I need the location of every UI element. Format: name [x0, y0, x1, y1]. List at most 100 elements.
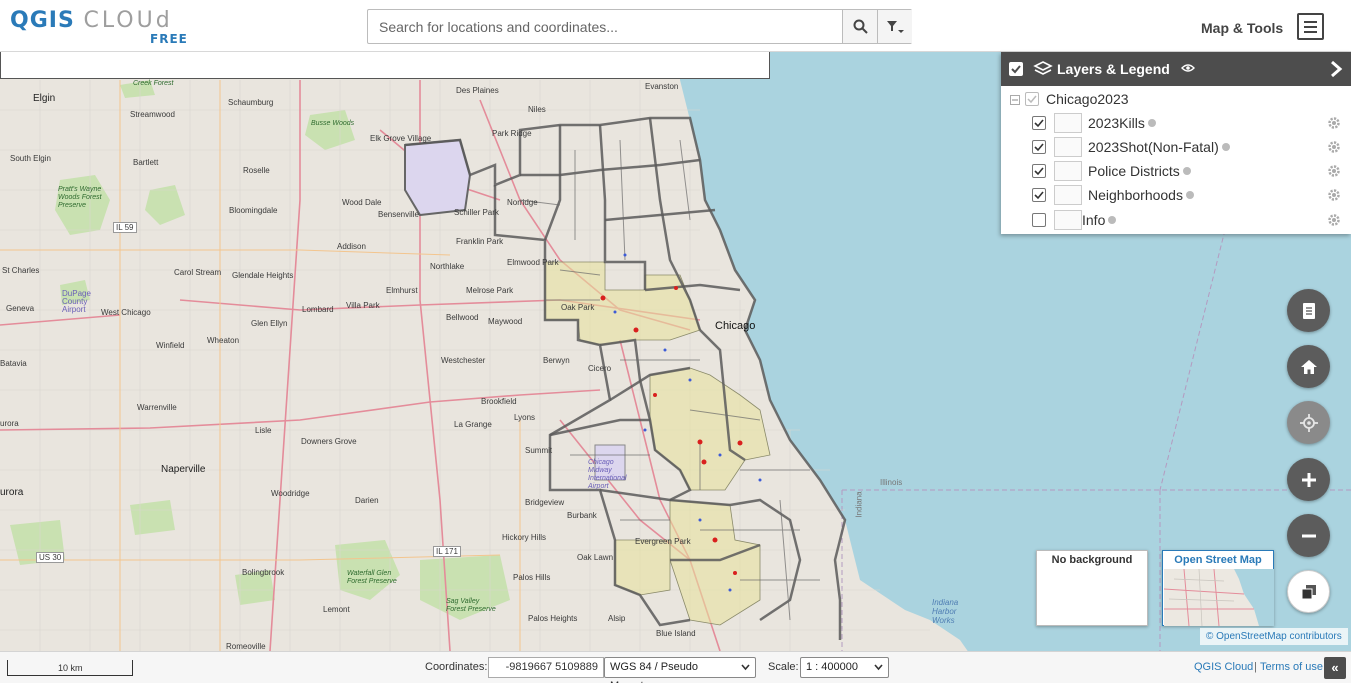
layer-label: Info	[1082, 212, 1117, 228]
terms-of-use-link[interactable]: Terms of use	[1260, 661, 1323, 673]
crs-value: WGS 84 / Pseudo Mercator	[610, 661, 699, 683]
info-icon	[1147, 119, 1156, 127]
label-warrenville: Warrenville	[137, 403, 177, 412]
gear-icon[interactable]	[1327, 140, 1341, 154]
label-geneva: Geneva	[6, 304, 35, 313]
search-icon	[853, 19, 868, 34]
collapse-footer-button[interactable]: «	[1324, 657, 1346, 679]
coordinates-label: Coordinates:	[425, 661, 488, 673]
label-woodridge: Woodridge	[271, 489, 310, 498]
info-icon	[1182, 167, 1191, 175]
zoom-out-button[interactable]	[1287, 514, 1330, 557]
label-indiana: Indiana	[854, 491, 864, 518]
layer-thumbnail	[1054, 210, 1082, 230]
label-west-chicago: West Chicago	[101, 308, 151, 317]
chevron-down-icon	[874, 664, 883, 671]
background-none-label: No background	[1051, 554, 1133, 566]
osm-thumbnail	[1164, 569, 1274, 626]
home-icon	[1300, 359, 1317, 374]
layer-checkbox[interactable]	[1032, 213, 1046, 227]
label-romeoville: Romeoville	[226, 642, 266, 651]
legend-master-checkbox[interactable]	[1009, 62, 1023, 76]
label-summit: Summit	[525, 446, 553, 455]
group-checkbox[interactable]	[1025, 92, 1039, 106]
label-blue-island: Blue Island	[656, 629, 696, 638]
label-cicero: Cicero	[588, 364, 612, 373]
layer-row-2023shot[interactable]: 2023Shot(Non-Fatal)	[1001, 135, 1351, 159]
label-aurora: urora	[0, 487, 24, 498]
qgis-cloud-app: Elgin Schaumburg Streamwood Des Plaines …	[0, 0, 1351, 683]
hamburger-menu-button[interactable]	[1297, 13, 1324, 40]
label-darien: Darien	[355, 496, 379, 505]
layer-checkbox[interactable]	[1032, 116, 1046, 130]
label-oak-park: Oak Park	[561, 303, 595, 312]
osm-attribution[interactable]: © OpenStreetMap contributors	[1200, 628, 1348, 645]
label-norridge: Norridge	[507, 198, 538, 207]
footer-bar: 10 km Coordinates: -9819667 5109889 WGS …	[0, 651, 1351, 683]
coordinates-field[interactable]: -9819667 5109889	[488, 657, 604, 678]
legend-header: Layers & Legend	[1001, 52, 1351, 86]
zoom-in-button[interactable]	[1287, 458, 1330, 501]
crs-select[interactable]: WGS 84 / Pseudo Mercator	[604, 657, 756, 683]
label-berwyn: Berwyn	[543, 356, 570, 365]
layer-row-neighborhoods[interactable]: Neighborhoods	[1001, 183, 1351, 207]
layer-row-police-districts[interactable]: Police Districts	[1001, 159, 1351, 183]
scale-value: 1 : 400000	[806, 661, 858, 673]
filter-dropdown-button[interactable]	[877, 10, 912, 43]
gear-icon[interactable]	[1327, 164, 1341, 178]
background-option-osm[interactable]: Open Street Map	[1162, 550, 1274, 626]
print-button[interactable]	[1287, 289, 1330, 332]
search-bar	[367, 9, 912, 44]
footer-separator: |	[1254, 661, 1257, 673]
label-lemont: Lemont	[323, 605, 350, 614]
label-batavia: Batavia	[0, 359, 27, 368]
logo-free: FREE	[150, 32, 188, 46]
layer-row-2023kills[interactable]: 2023Kills	[1001, 111, 1351, 135]
layer-label: Police Districts	[1088, 163, 1191, 179]
label-des-plaines: Des Plaines	[456, 86, 499, 95]
layers-icon	[1033, 61, 1053, 75]
layer-row-info[interactable]: Info	[1001, 208, 1351, 232]
gear-icon[interactable]	[1327, 116, 1341, 130]
top-header: QGIS CLOUd FREE Map & Tools	[0, 0, 1351, 52]
label-elk-grove: Elk Grove Village	[370, 134, 432, 143]
label-lisle: Lisle	[255, 426, 272, 435]
info-icon	[1221, 143, 1230, 151]
eye-icon[interactable]	[1181, 63, 1195, 73]
map-and-tools-label[interactable]: Map & Tools	[1201, 20, 1283, 36]
background-option-none[interactable]: No background	[1036, 550, 1148, 626]
scale-select[interactable]: 1 : 400000	[800, 657, 889, 678]
layer-group-chicago2023[interactable]: Chicago2023	[1001, 87, 1351, 111]
search-button[interactable]	[842, 10, 877, 43]
chevron-right-icon[interactable]	[1329, 60, 1343, 78]
label-indiana-harbor: Indiana Harbor Works	[932, 598, 959, 625]
background-switch-button[interactable]	[1287, 570, 1330, 613]
search-input[interactable]	[368, 10, 842, 43]
gear-icon[interactable]	[1327, 213, 1341, 227]
label-us30: US 30	[36, 552, 65, 563]
collapse-minus-icon[interactable]	[1010, 95, 1020, 105]
layer-checkbox[interactable]	[1032, 188, 1046, 202]
layers-legend-panel: Layers & Legend Chicago2023 2023Kills 20…	[1001, 52, 1351, 234]
label-chicago: Chicago	[715, 320, 756, 332]
home-button[interactable]	[1287, 345, 1330, 388]
label-franklin-park: Franklin Park	[456, 237, 504, 246]
filter-icon	[887, 20, 904, 33]
label-oak-lawn: Oak Lawn	[577, 553, 614, 562]
locate-button[interactable]	[1287, 401, 1330, 444]
layer-thumbnail	[1054, 185, 1082, 205]
qgis-cloud-link[interactable]: QGIS Cloud	[1194, 661, 1253, 673]
label-hickory-hills: Hickory Hills	[502, 533, 546, 542]
label-south-elgin: South Elgin	[10, 154, 51, 163]
scale-label: Scale:	[768, 661, 799, 673]
info-icon	[1185, 191, 1194, 199]
gear-icon[interactable]	[1327, 188, 1341, 202]
label-burbank: Burbank	[567, 511, 597, 520]
layer-checkbox[interactable]	[1032, 164, 1046, 178]
qgis-cloud-logo[interactable]: QGIS CLOUd FREE	[10, 8, 210, 48]
label-schaumburg: Schaumburg	[228, 98, 274, 107]
search-results-panel	[0, 52, 770, 79]
minus-icon	[1301, 534, 1316, 537]
layer-checkbox[interactable]	[1032, 140, 1046, 154]
label-busse-woods: Busse Woods	[311, 120, 355, 127]
